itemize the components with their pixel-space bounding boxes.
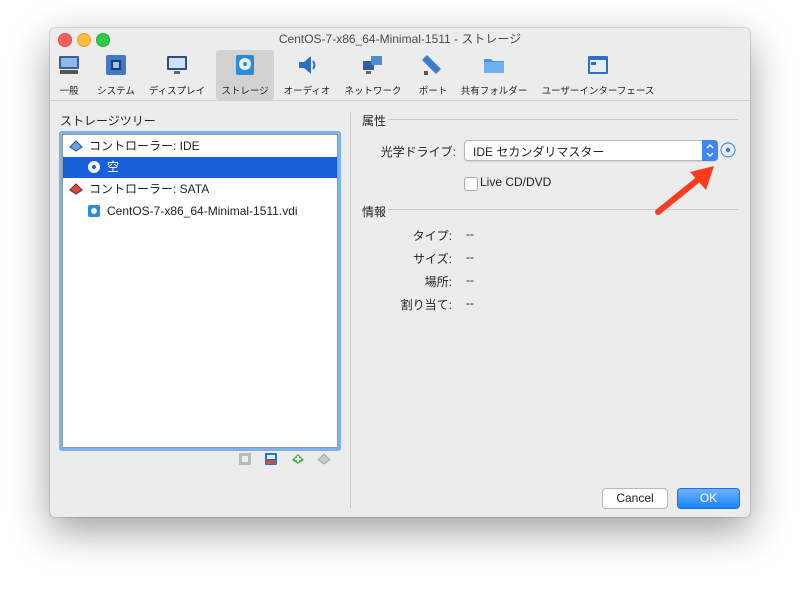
- live-cd-label: Live CD/DVD: [480, 175, 552, 189]
- remove-controller-icon[interactable]: [238, 452, 252, 466]
- storage-tree[interactable]: コントローラー: IDE 空 コントローラー: SATA CentOS-7-x8…: [62, 134, 338, 448]
- zoom-window-button[interactable]: [96, 33, 110, 47]
- tab-network-label: ネットワーク: [344, 86, 402, 97]
- display-icon: [167, 56, 187, 74]
- panel-divider: [350, 112, 351, 508]
- window-title: CentOS-7-x86_64-Minimal-1511 - ストレージ: [278, 32, 522, 46]
- storage-tree-title: ストレージツリー: [60, 114, 156, 128]
- tree-row-label: コントローラー: IDE: [89, 139, 200, 153]
- audio-icon: [299, 56, 316, 74]
- info-location-label: 場所:: [424, 275, 452, 289]
- storage-icon: [236, 55, 254, 75]
- attributes-divider: [388, 119, 738, 120]
- cancel-button[interactable]: Cancel: [602, 488, 668, 509]
- tab-display-label: ディスプレイ: [148, 86, 206, 97]
- shared-folder-icon: [484, 59, 504, 73]
- add-hard-disk-icon[interactable]: [264, 452, 278, 466]
- tree-row-label: 空: [107, 160, 120, 174]
- attributes-title: 属性: [362, 114, 387, 128]
- tab-storage-label: ストレージ: [221, 86, 269, 97]
- optical-disc-icon: [88, 161, 100, 173]
- settings-toolbar: 一般 システム ディスプレイ ストレージ オーディオ ネットワーク ポート 共有…: [50, 50, 750, 100]
- info-type-label: タイプ:: [412, 229, 452, 243]
- info-type-value: --: [466, 227, 474, 241]
- tree-row-hard-disk[interactable]: CentOS-7-x86_64-Minimal-1511.vdi: [63, 201, 337, 222]
- close-window-button[interactable]: [58, 33, 72, 47]
- live-cd-checkbox[interactable]: [464, 177, 478, 191]
- tree-row-label: コントローラー: SATA: [89, 182, 210, 196]
- tree-row-label: CentOS-7-x86_64-Minimal-1511.vdi: [107, 204, 298, 218]
- info-size-value: --: [466, 250, 474, 264]
- tab-user-interface-label: ユーザーインターフェース: [541, 86, 655, 97]
- tab-storage[interactable]: ストレージ: [216, 50, 274, 100]
- minimize-window-button[interactable]: [77, 33, 91, 47]
- tab-user-interface[interactable]: ユーザーインターフェース: [538, 50, 658, 100]
- info-attached-label: 割り当て:: [400, 298, 452, 312]
- tab-shared-folders-label: 共有フォルダー: [460, 86, 528, 97]
- info-attached-value: --: [466, 296, 474, 310]
- sata-controller-icon: [69, 183, 83, 195]
- tab-audio[interactable]: オーディオ: [278, 50, 336, 100]
- tab-network[interactable]: ネットワーク: [340, 50, 406, 100]
- add-attachment-icon[interactable]: [291, 452, 305, 466]
- tree-row-ide-controller[interactable]: コントローラー: IDE: [63, 136, 337, 157]
- ports-icon: [422, 55, 441, 75]
- network-icon: [363, 56, 382, 74]
- hard-disk-icon: [88, 205, 100, 217]
- remove-attachment-icon[interactable]: [317, 452, 331, 466]
- tab-audio-label: オーディオ: [283, 86, 331, 97]
- general-icon: [59, 56, 79, 74]
- info-size-label: サイズ:: [413, 252, 452, 266]
- info-location-value: --: [466, 273, 474, 287]
- ide-controller-icon: [69, 140, 83, 152]
- tab-ports-label: ポート: [418, 86, 448, 97]
- optical-drive-value: IDE セカンダリマスター: [473, 145, 605, 159]
- optical-drive-label: 光学ドライブ:: [380, 145, 456, 159]
- tree-row-empty-optical[interactable]: 空: [63, 157, 337, 178]
- tab-shared-folders[interactable]: 共有フォルダー: [460, 50, 528, 100]
- ok-button[interactable]: OK: [677, 488, 740, 509]
- toolbar-divider: [50, 100, 750, 101]
- tab-display[interactable]: ディスプレイ: [148, 50, 206, 100]
- info-title: 情報: [362, 205, 387, 219]
- system-icon: [106, 55, 126, 75]
- tab-system-label: システム: [97, 86, 135, 97]
- tab-ports[interactable]: ポート: [412, 50, 454, 100]
- choose-disk-icon[interactable]: [720, 142, 736, 158]
- tab-general-label: 一般: [59, 86, 79, 97]
- user-interface-icon: [588, 56, 608, 74]
- settings-window: CentOS-7-x86_64-Minimal-1511 - ストレージ 一般 …: [50, 28, 750, 517]
- tab-system[interactable]: システム: [94, 50, 138, 100]
- tab-general[interactable]: 一般: [52, 50, 86, 100]
- annotation-arrow-icon: [655, 166, 714, 215]
- tree-row-sata-controller[interactable]: コントローラー: SATA: [63, 179, 337, 200]
